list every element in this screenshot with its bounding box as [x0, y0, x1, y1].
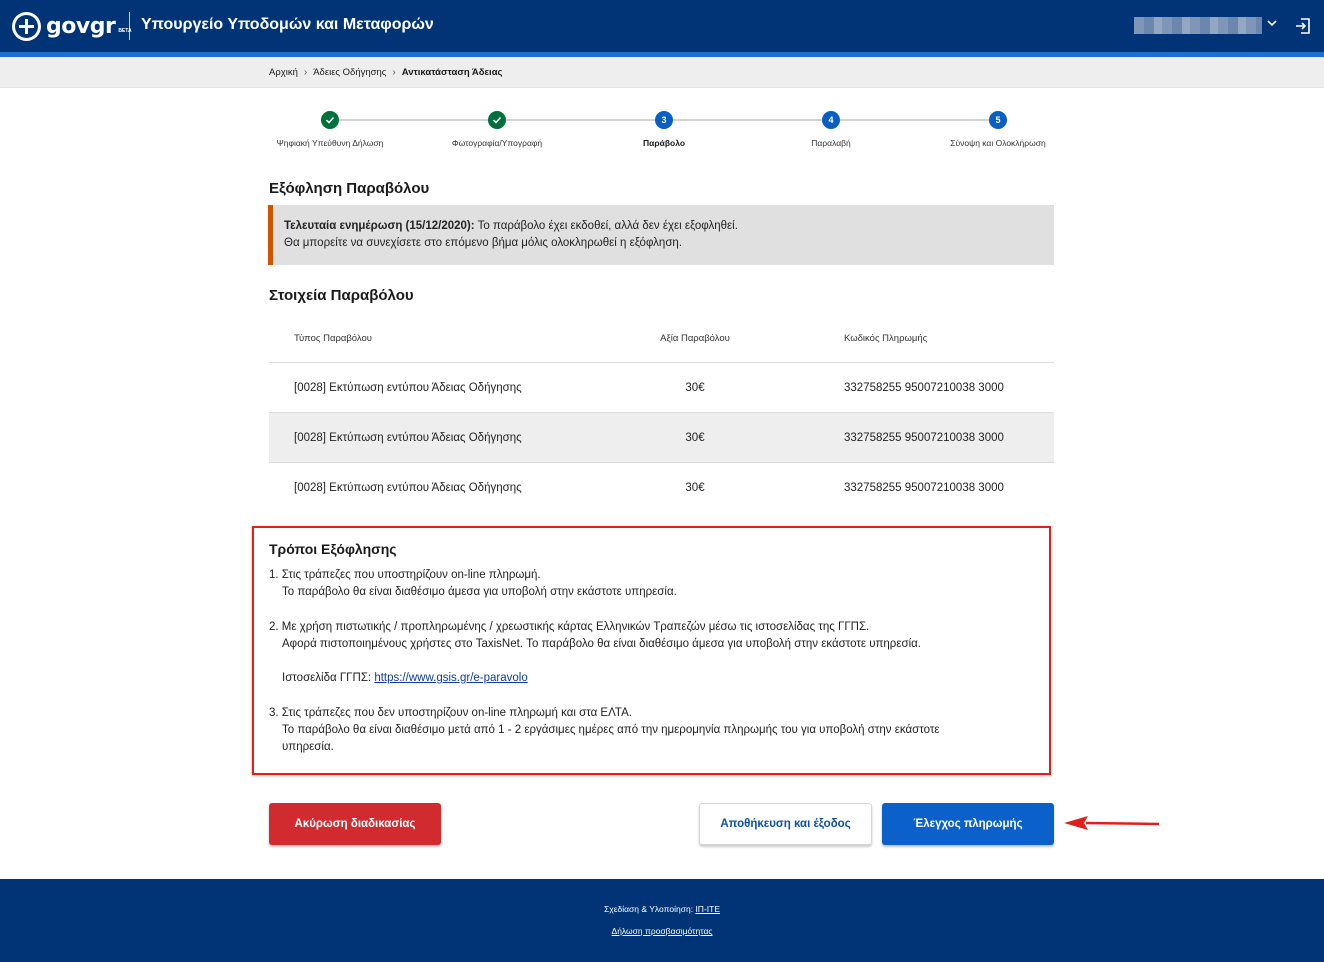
fee-amount: 30€: [685, 432, 705, 444]
method-1-desc: Το παράβολο θα είναι διαθέσιμο άμεσα για…: [282, 586, 677, 598]
notice-line-2: Θα μπορείτε να συνεχίσετε στο επόμενο βή…: [284, 237, 683, 249]
fee-table: Τύπος Παραβόλου Αξία Παραβόλου Κωδικός Π…: [269, 313, 1054, 513]
ip-ite-link[interactable]: ΙΠ-ΙΤΕ: [695, 904, 720, 914]
step-label: Σύνοψη και Ολοκλήρωση: [950, 138, 1046, 148]
table-row: [0028] Εκτύπωση εντύπου Άδειας Οδήγησης …: [269, 463, 1054, 513]
logo-text: govgr: [46, 13, 116, 39]
fee-type: [0028] Εκτύπωση εντύπου Άδειας Οδήγησης: [294, 432, 522, 444]
status-notice: Τελευταία ενημέρωση (15/12/2020): Το παρ…: [268, 205, 1054, 265]
credits-label: Σχεδίαση & Υλοποίηση:: [604, 904, 696, 914]
top-header: govgr BETA Υπουργείο Υποδομών και Μεταφο…: [0, 0, 1324, 52]
payment-code: 332758255 95007210038 3000: [844, 482, 1004, 494]
notice-line-1: Τελευταία ενημέρωση (15/12/2020): Το παρ…: [284, 218, 1054, 235]
step-label: Φωτογραφία/Υπογραφή: [451, 138, 543, 148]
payment-methods-title: Τρόποι Εξόφλησης: [269, 541, 397, 557]
payment-methods-highlight: [252, 526, 1051, 775]
step-number: 3: [655, 111, 673, 129]
method-3-desc: Το παράβολο θα είναι διαθέσιμο μετά από …: [282, 724, 940, 736]
accessibility-link[interactable]: Δήλωση προσβασιμότητας: [612, 926, 713, 936]
payment-code: 332758255 95007210038 3000: [844, 382, 1004, 394]
payment-code: 332758255 95007210038 3000: [844, 432, 1004, 444]
table-row: [0028] Εκτύπωση εντύπου Άδειας Οδήγησης …: [269, 363, 1054, 413]
govgr-logo[interactable]: govgr BETA: [12, 10, 132, 42]
step-number: 5: [989, 111, 1007, 129]
column-header: Τύπος Παραβόλου: [294, 333, 372, 344]
column-header: Αξία Παραβόλου: [660, 333, 730, 344]
method-2-site: Ιστοσελίδα ΓΓΠΣ: https://www.gsis.gr/e-p…: [282, 672, 528, 684]
method-2-desc: Αφορά πιστοποιημένους χρήστες στο TaxisN…: [282, 638, 921, 650]
site-label: Ιστοσελίδα ΓΓΠΣ:: [282, 672, 375, 684]
check-payment-button[interactable]: Έλεγχος πληρωμής: [882, 803, 1054, 845]
method-3-desc-cont: υπηρεσία.: [282, 741, 334, 753]
breadcrumb-home[interactable]: Αρχική: [269, 67, 298, 78]
step-4: 4 Παραλαβή: [761, 110, 901, 148]
greek-emblem-icon: [12, 11, 41, 41]
footer: Σχεδίαση & Υλοποίηση: ΙΠ-ΙΤΕ Δήλωση προσ…: [0, 879, 1324, 962]
method-3-title: 3. Στις τράπεζες που δεν υποστηρίζουν on…: [269, 707, 632, 719]
step-5: 5 Σύνοψη και Ολοκλήρωση: [928, 110, 1068, 148]
annotation-arrow-icon: [1064, 816, 1160, 830]
method-2-title: 2. Με χρήση πιστωτικής / προπληρωμένης /…: [269, 621, 870, 633]
step-number: 4: [822, 111, 840, 129]
cancel-process-button[interactable]: Ακύρωση διαδικασίας: [269, 803, 441, 845]
breadcrumb-bar: Αρχική › Άδειες Οδήγησης › Αντικατάσταση…: [0, 57, 1324, 88]
table-row: [0028] Εκτύπωση εντύπου Άδειας Οδήγησης …: [269, 413, 1054, 463]
ministry-title: Υπουργείο Υποδομών και Μεταφορών: [141, 16, 434, 33]
chevron-right-icon: ›: [392, 67, 396, 78]
notice-date: Τελευταία ενημέρωση (15/12/2020):: [284, 220, 475, 232]
step-label: Παράβολο: [642, 138, 686, 148]
fee-type: [0028] Εκτύπωση εντύπου Άδειας Οδήγησης: [294, 382, 522, 394]
notice-message: Το παράβολο έχει εκδοθεί, αλλά δεν έχει …: [474, 220, 738, 232]
footer-accessibility: Δήλωση προσβασιμότητας: [0, 926, 1324, 936]
chevron-right-icon: ›: [303, 67, 308, 78]
step-label: Ψηφιακή Υπεύθυνη Δήλωση: [276, 138, 384, 148]
column-header: Κωδικός Πληρωμής: [844, 333, 928, 344]
user-name-redacted[interactable]: [1134, 17, 1262, 34]
step-3: 3 Παράβολο: [594, 110, 734, 148]
progress-stepper: Ψηφιακή Υπεύθυνη Δήλωση Φωτογραφία/Υπογρ…: [269, 110, 1054, 155]
check-icon: [488, 111, 506, 129]
fee-amount: 30€: [685, 482, 705, 494]
check-icon: [321, 111, 339, 129]
step-label: Παραλαβή: [811, 138, 851, 148]
fee-type: [0028] Εκτύπωση εντύπου Άδειας Οδήγησης: [294, 482, 522, 494]
breadcrumb-driving-licenses[interactable]: Άδειες Οδήγησης: [313, 67, 386, 78]
step-2: Φωτογραφία/Υπογραφή: [427, 110, 567, 148]
fee-amount: 30€: [685, 382, 705, 394]
save-and-exit-button[interactable]: Αποθήκευση και έξοδος: [699, 803, 872, 845]
page-title: Εξόφληση Παραβόλου: [269, 180, 430, 197]
breadcrumb-current: Αντικατάσταση Άδειας: [401, 67, 503, 78]
table-header: Τύπος Παραβόλου Αξία Παραβόλου Κωδικός Π…: [269, 313, 1054, 363]
footer-credits: Σχεδίαση & Υλοποίηση: ΙΠ-ΙΤΕ: [0, 904, 1324, 914]
logout-icon[interactable]: [1294, 17, 1312, 35]
method-1-title: 1. Στις τράπεζες που υποστηρίζουν on-lin…: [269, 569, 541, 581]
details-title: Στοιχεία Παραβόλου: [269, 287, 414, 304]
gsis-link[interactable]: https://www.gsis.gr/e-paravolo: [374, 672, 527, 684]
breadcrumb: Αρχική › Άδειες Οδήγησης › Αντικατάσταση…: [269, 67, 502, 78]
header-divider: [129, 12, 130, 40]
step-1: Ψηφιακή Υπεύθυνη Δήλωση: [260, 110, 400, 148]
chevron-down-icon[interactable]: [1266, 16, 1278, 30]
